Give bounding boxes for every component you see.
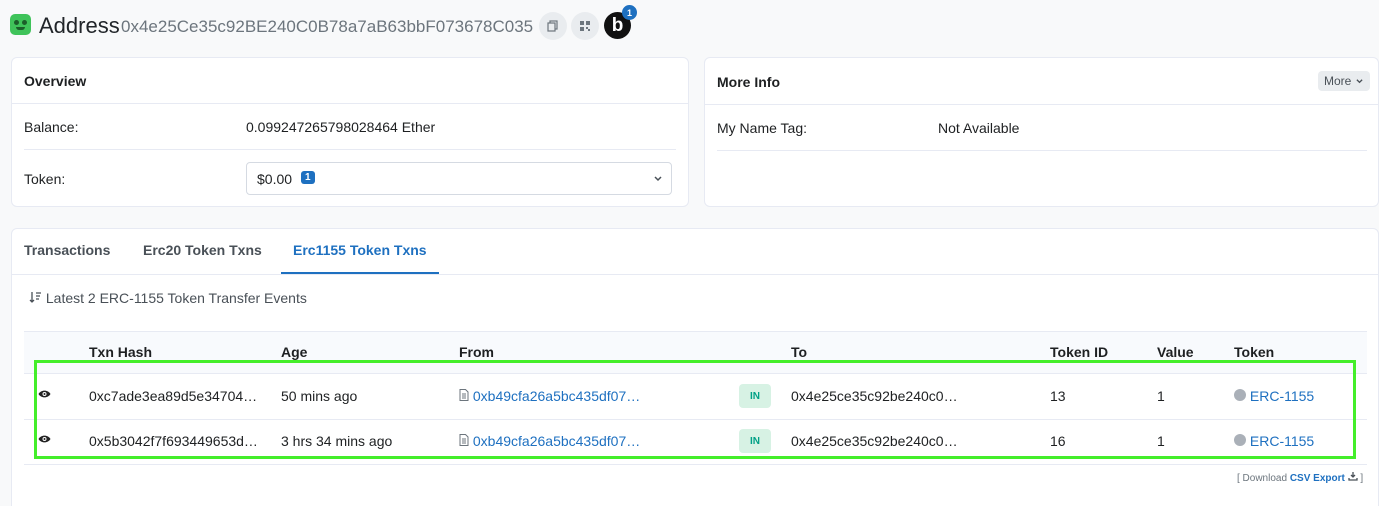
overview-title: Overview	[24, 73, 87, 89]
col-value: Value	[1157, 344, 1194, 360]
address-hash: 0x4e25Ce35c92BE240C0B78a7aB63bbF073678C0…	[121, 17, 534, 36]
more-button-label: More	[1324, 74, 1352, 88]
balance-label: Balance:	[24, 119, 79, 135]
more-info-title: More Info	[717, 74, 780, 90]
tab-erc20-token-txns[interactable]: Erc20 Token Txns	[143, 242, 262, 258]
copy-icon	[547, 20, 558, 32]
name-tag-label: My Name Tag:	[717, 120, 807, 136]
more-dropdown-button[interactable]: More	[1318, 71, 1370, 91]
qr-code-icon	[580, 21, 590, 31]
col-to: To	[791, 344, 808, 360]
overview-card: Overview Balance: 0.099247265798028464 E…	[11, 57, 689, 207]
site-logo-icon	[10, 14, 31, 35]
csv-export[interactable]: [ Download CSV Export ]	[1237, 471, 1363, 484]
copy-address-button[interactable]	[539, 12, 567, 40]
csv-prefix: [ Download	[1237, 473, 1288, 484]
page-title: Address	[39, 13, 120, 38]
more-info-card: More Info More My Name Tag: Not Availabl…	[704, 57, 1379, 207]
col-age[interactable]: Age	[281, 344, 307, 360]
qr-code-button[interactable]	[571, 12, 599, 40]
chevron-down-icon	[1356, 79, 1363, 84]
sort-icon	[29, 292, 41, 303]
blockscan-count-badge: 1	[622, 5, 637, 20]
csv-export-link[interactable]: CSV Export	[1290, 473, 1345, 484]
token-label: Token:	[24, 171, 66, 187]
tab-transactions[interactable]: Transactions	[24, 242, 110, 258]
chevron-down-icon	[654, 176, 662, 182]
highlight-box	[34, 360, 1356, 459]
download-icon	[1347, 472, 1358, 481]
tab-erc1155-token-txns[interactable]: Erc1155 Token Txns	[293, 242, 427, 258]
row-divider	[24, 464, 1367, 465]
col-token-id: Token ID	[1050, 344, 1109, 360]
token-value: $0.00	[257, 171, 293, 187]
token-dropdown[interactable]: $0.00 1	[246, 162, 672, 195]
csv-suffix: ]	[1360, 473, 1364, 484]
col-token: Token	[1234, 344, 1275, 360]
balance-value: 0.099247265798028464 Ether	[246, 119, 436, 135]
summary-text: Latest 2 ERC-1155 Token Transfer Events	[45, 290, 307, 306]
token-count-badge: 1	[301, 171, 315, 184]
transfer-summary: Latest 2 ERC-1155 Token Transfer Events	[29, 290, 307, 306]
name-tag-value: Not Available	[938, 120, 1020, 136]
col-txn-hash: Txn Hash	[89, 344, 153, 360]
col-from: From	[459, 344, 494, 360]
